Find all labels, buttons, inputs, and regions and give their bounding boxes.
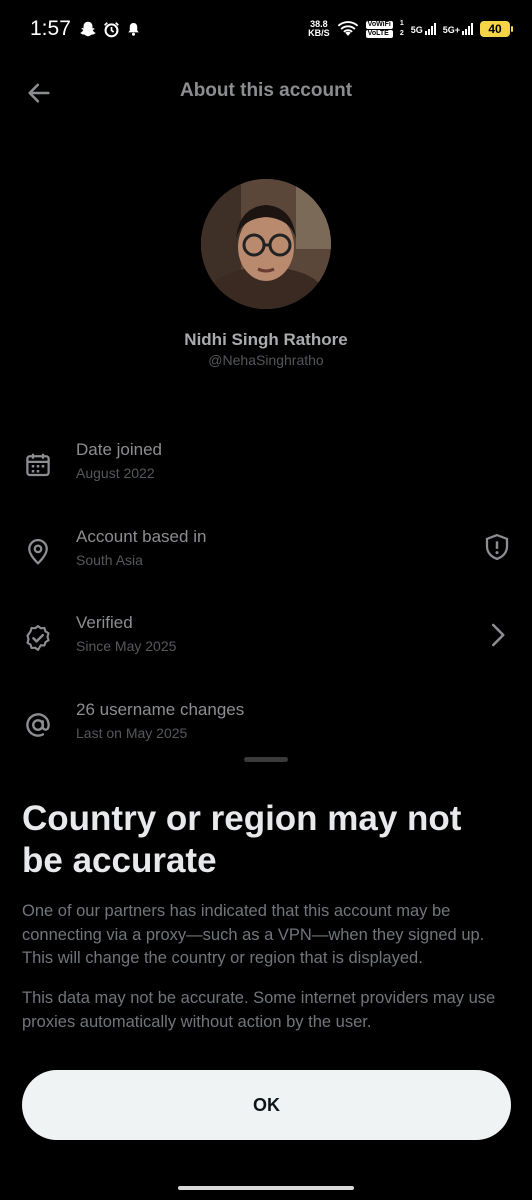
battery-icon: 40: [480, 21, 513, 37]
calendar-icon: [26, 453, 50, 477]
sheet-paragraph-2: This data may not be accurate. Some inte…: [22, 989, 496, 1031]
sheet-title: Country or region may not be accurate: [22, 799, 462, 880]
network-type-1: 5G: [410, 25, 423, 35]
profile-handle: @NehaSinghratho: [208, 352, 324, 368]
verified-badge-icon: [26, 625, 50, 651]
status-left-icons: [79, 20, 141, 38]
info-subtitle: August 2022: [76, 465, 155, 481]
vowifi-volte-tag: VoWiFi VoLTE: [365, 20, 393, 38]
at-sign-icon: [26, 713, 50, 737]
sim-numbers: 1 2: [400, 20, 404, 38]
status-bar-right: 38.8 KB/S VoWiFi VoLTE 1 2 5G 5G+ 40: [308, 20, 513, 38]
network-type-2: 5G+: [442, 25, 460, 35]
home-indicator[interactable]: [178, 1186, 354, 1190]
notification-bell-icon: [128, 23, 139, 36]
info-row-date-joined: Date joined August 2022: [0, 440, 532, 500]
location-pin-icon: [28, 539, 48, 565]
avatar-photo: [201, 179, 331, 309]
snapchat-icon: [80, 21, 96, 37]
ok-button[interactable]: OK: [22, 1070, 511, 1140]
sim2-label: 2: [399, 30, 404, 37]
sheet-grabber[interactable]: [244, 757, 288, 762]
info-row-username-changes: 26 username changes Last on May 2025: [0, 700, 532, 760]
signal-icon: [424, 23, 436, 35]
vowifi-label: VoWiFi: [365, 20, 393, 29]
status-time: 1:57: [30, 17, 71, 40]
info-title: 26 username changes: [76, 700, 245, 719]
info-subtitle: South Asia: [76, 552, 143, 568]
info-title: Account based in: [76, 527, 207, 546]
signal-sim1: 5G: [411, 23, 436, 35]
battery-level: 40: [488, 22, 502, 36]
info-row-account-based-in: Account based in South Asia: [0, 527, 532, 587]
status-bar: 1:57 38.8 KB/S VoWiFi VoLTE 1 2 5G 5G+ 4…: [0, 0, 532, 58]
chevron-right-icon[interactable]: [482, 620, 512, 650]
avatar[interactable]: [201, 179, 331, 309]
signal-icon: [462, 23, 473, 35]
info-subtitle: Since May 2025: [76, 638, 177, 654]
info-title: Date joined: [76, 440, 163, 459]
status-bar-left: 1:57: [30, 17, 141, 41]
wifi-icon: [337, 20, 358, 36]
profile-name: Nidhi Singh Rathore: [184, 330, 348, 349]
network-speed-unit: KB/S: [308, 28, 330, 38]
header: About this account: [0, 66, 532, 118]
sheet-paragraph-1: One of our partners has indicated that t…: [22, 902, 485, 967]
info-row-verified[interactable]: Verified Since May 2025: [0, 613, 532, 673]
info-title: Verified: [76, 613, 133, 632]
sim1-label: 1: [399, 20, 404, 27]
page-title: About this account: [179, 80, 353, 101]
volte-label: VoLTE: [365, 29, 393, 38]
info-subtitle: Last on May 2025: [76, 725, 188, 741]
shield-alert-icon[interactable]: [482, 532, 512, 562]
alarm-icon: [103, 21, 119, 37]
signal-sim2: 5G+: [443, 23, 473, 35]
network-speed: 38.8 KB/S: [308, 20, 330, 38]
